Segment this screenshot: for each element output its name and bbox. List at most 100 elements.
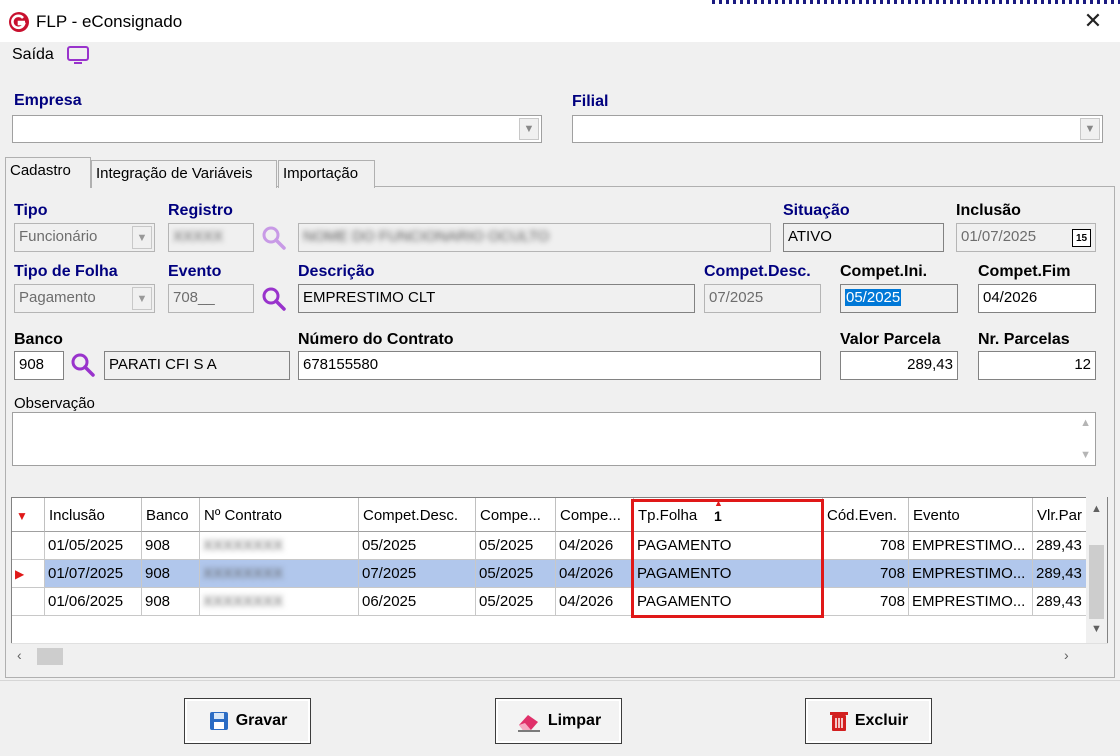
tipo-folha-select[interactable]: Pagamento ▼ [14, 284, 155, 313]
valor-parcela-label: Valor Parcela [840, 331, 941, 348]
window-title: FLP - eConsignado [36, 12, 183, 31]
table-cell[interactable]: XXXXXXXX [200, 560, 359, 588]
registro-name-field: NOME DO FUNCIONARIO OCULTO [298, 223, 771, 252]
close-button[interactable]: ✕ [1070, 4, 1116, 38]
table-cell[interactable]: 708 [823, 588, 909, 616]
empresa-select[interactable]: ▼ [12, 115, 542, 143]
grid-header-inclusao[interactable]: Inclusão [45, 498, 142, 532]
compet-desc-field[interactable]: 07/2025 [704, 284, 821, 313]
chevron-down-icon[interactable]: ▼ [519, 118, 539, 140]
tipo-select[interactable]: Funcionário ▼ [14, 223, 155, 252]
descricao-field: EMPRESTIMO CLT [298, 284, 695, 313]
compet-fim-field[interactable]: 04/2026 [978, 284, 1096, 313]
table-cell[interactable]: 07/2025 [359, 560, 476, 588]
gravar-button[interactable]: Gravar [184, 698, 311, 744]
banco-field[interactable]: 908 [14, 351, 64, 380]
inclusao-field[interactable]: 01/07/2025 15 [956, 223, 1096, 252]
row-indicator[interactable] [12, 588, 45, 616]
grid-header-evento[interactable]: Evento [909, 498, 1033, 532]
chevron-down-icon[interactable]: ▼ [132, 287, 152, 310]
table-cell[interactable]: EMPRESTIMO... [909, 588, 1033, 616]
registro-field[interactable]: XXXXX [168, 223, 254, 252]
table-cell[interactable]: 05/2025 [359, 532, 476, 560]
evento-field[interactable]: 708__ [168, 284, 254, 313]
row-indicator[interactable]: ▶ [12, 560, 45, 588]
search-icon[interactable] [261, 286, 287, 312]
descricao-label: Descrição [298, 263, 375, 280]
scroll-thumb[interactable] [37, 648, 63, 665]
compet-ini-field[interactable]: 05/2025 [840, 284, 958, 313]
grid-header-banco[interactable]: Banco [142, 498, 200, 532]
scroll-left-icon[interactable]: ‹ [17, 647, 22, 663]
grid-header-vlr-par[interactable]: Vlr.Par [1033, 498, 1087, 532]
row-indicator[interactable] [12, 532, 45, 560]
grid-vertical-scrollbar[interactable]: ▲ ▼ [1086, 497, 1107, 643]
table-cell[interactable]: 289,43 [1033, 532, 1087, 560]
numero-contrato-field[interactable]: 678155580 [298, 351, 821, 380]
grid-header-compet-desc[interactable]: Compet.Desc. [359, 498, 476, 532]
chevron-down-icon[interactable]: ▼ [132, 226, 152, 249]
grid-indicator-header[interactable]: ▼ [12, 498, 45, 532]
table-cell[interactable]: XXXXXXXX [200, 532, 359, 560]
table-cell[interactable]: 908 [142, 532, 200, 560]
contract-number: XXXXXXXX [203, 565, 284, 582]
nr-parcelas-field[interactable]: 12 [978, 351, 1096, 380]
scroll-up-icon[interactable]: ▲ [1091, 503, 1102, 515]
tab-cadastro[interactable]: Cadastro [5, 157, 91, 188]
monitor-icon[interactable] [65, 44, 91, 66]
filial-select[interactable]: ▼ [572, 115, 1103, 143]
grid-horizontal-scrollbar[interactable]: ‹ › [11, 643, 1108, 668]
gravar-label: Gravar [235, 712, 288, 729]
table-cell[interactable]: XXXXXXXX [200, 588, 359, 616]
evento-value: 708__ [173, 289, 215, 306]
chevron-down-icon[interactable]: ▼ [1080, 118, 1100, 140]
sort-indicator-icon: ▼ [16, 509, 28, 523]
scroll-down-icon[interactable]: ▼ [1080, 449, 1091, 461]
tp-folha-highlight [631, 499, 824, 618]
table-cell[interactable]: 06/2025 [359, 588, 476, 616]
table-cell[interactable]: 01/05/2025 [45, 532, 142, 560]
limpar-button[interactable]: Limpar [495, 698, 622, 744]
search-icon[interactable] [261, 225, 287, 251]
grid-header-cod-even[interactable]: Cód.Even. [823, 498, 909, 532]
table-cell[interactable]: EMPRESTIMO... [909, 532, 1033, 560]
table-cell[interactable]: 708 [823, 532, 909, 560]
table-cell[interactable]: 708 [823, 560, 909, 588]
saida-menu[interactable]: Saída [12, 46, 54, 64]
table-cell[interactable]: 01/06/2025 [45, 588, 142, 616]
scroll-up-icon[interactable]: ▲ [1080, 417, 1091, 429]
calendar-icon[interactable]: 15 [1072, 229, 1091, 247]
background-window-strip [712, 0, 1120, 4]
table-cell[interactable]: 289,43 [1033, 560, 1087, 588]
table-cell[interactable]: 04/2026 [556, 560, 634, 588]
tab-importacao[interactable]: Importação [278, 160, 375, 188]
excluir-button[interactable]: Excluir [805, 698, 932, 744]
observacao-textarea[interactable]: ▲ ▼ [12, 412, 1096, 466]
registro-name-value: NOME DO FUNCIONARIO OCULTO [303, 228, 550, 245]
inclusao-label: Inclusão [956, 202, 1021, 219]
valor-parcela-field[interactable]: 289,43 [840, 351, 958, 380]
table-cell[interactable]: 04/2026 [556, 532, 634, 560]
table-cell[interactable]: 04/2026 [556, 588, 634, 616]
table-cell[interactable]: 908 [142, 588, 200, 616]
table-cell[interactable]: 05/2025 [476, 560, 556, 588]
table-cell[interactable]: 908 [142, 560, 200, 588]
grid-header-compet-ini[interactable]: Compe... [476, 498, 556, 532]
table-cell[interactable]: 05/2025 [476, 588, 556, 616]
limpar-label: Limpar [547, 712, 602, 729]
search-icon[interactable] [70, 352, 96, 378]
grid-header-compet-fim[interactable]: Compe... [556, 498, 634, 532]
table-cell[interactable]: 289,43 [1033, 588, 1087, 616]
banco-name-value: PARATI CFI S A [109, 356, 217, 373]
situacao-field: ATIVO [783, 223, 944, 252]
banco-label: Banco [14, 331, 63, 348]
scroll-down-icon[interactable]: ▼ [1091, 623, 1102, 635]
table-cell[interactable]: EMPRESTIMO... [909, 560, 1033, 588]
table-cell[interactable]: 05/2025 [476, 532, 556, 560]
scroll-right-icon[interactable]: › [1064, 647, 1069, 663]
grid-header-contrato[interactable]: Nº Contrato [200, 498, 359, 532]
scroll-thumb[interactable] [1089, 545, 1104, 619]
table-cell[interactable]: 01/07/2025 [45, 560, 142, 588]
app-logo-icon [9, 12, 29, 32]
tab-integracao-variaveis[interactable]: Integração de Variáveis [91, 160, 277, 188]
